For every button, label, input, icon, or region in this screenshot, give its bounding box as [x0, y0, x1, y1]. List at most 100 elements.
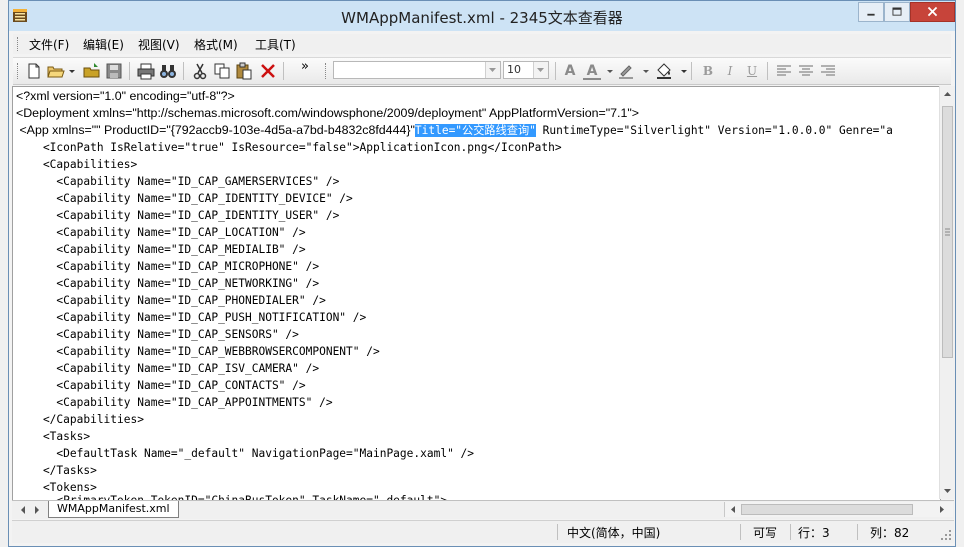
- editor-line: </Tasks>: [16, 464, 97, 477]
- menu-view[interactable]: 视图(V): [138, 36, 180, 53]
- chevron-down-icon[interactable]: [485, 62, 500, 78]
- toolbar-overflow-button[interactable]: »: [301, 59, 319, 77]
- text-editor[interactable]: <?xml version="1.0" encoding="utf-8"?> <…: [12, 86, 941, 501]
- editor-line: <Capability Name="ID_CAP_MICROPHONE" />: [16, 260, 320, 273]
- editor-line: <Capability Name="ID_CAP_NETWORKING" />: [16, 277, 320, 290]
- selected-text: Title="公交路线查询": [414, 124, 536, 137]
- menu-tools[interactable]: 工具(T): [255, 36, 296, 53]
- bold-button[interactable]: B: [699, 62, 717, 80]
- window-title: WMAppManifest.xml - 2345文本查看器: [341, 9, 623, 27]
- font-color-dropdown-icon[interactable]: [601, 62, 613, 80]
- editor-line: <IconPath IsRelative="true" IsResource="…: [16, 141, 562, 154]
- title-bar[interactable]: WMAppManifest.xml - 2345文本查看器: [9, 1, 955, 31]
- open-dropdown-icon[interactable]: [63, 62, 75, 80]
- font-color-button[interactable]: A: [583, 62, 601, 80]
- vertical-scroll-thumb[interactable]: [942, 106, 953, 358]
- editor-line: <DefaultTask Name="_default" NavigationP…: [16, 447, 475, 460]
- font-size-value: 10: [507, 63, 521, 76]
- status-encoding: 中文(简体，中国): [567, 526, 661, 540]
- tab-next-icon[interactable]: [32, 504, 42, 516]
- menu-bar: 文件(F) 编辑(E) 视图(V) 格式(M) 工具(T): [13, 34, 951, 54]
- toolbar-separator: [183, 62, 184, 80]
- status-mode: 可写: [753, 526, 778, 540]
- status-row: 行：3: [798, 526, 830, 540]
- fill-bucket-icon[interactable]: [655, 62, 673, 80]
- underline-button[interactable]: U: [743, 62, 761, 80]
- font-name-select[interactable]: [333, 61, 501, 79]
- editor-line: <Capabilities>: [16, 158, 138, 171]
- editor-line: <?xml version="1.0" encoding="utf-8"?>: [16, 89, 235, 103]
- toolbar-separator: [555, 62, 556, 80]
- editor-line: </Capabilities>: [16, 413, 144, 426]
- font-grow-button[interactable]: A: [561, 62, 579, 80]
- scroll-left-icon[interactable]: [729, 505, 738, 514]
- document-tab-strip: WMAppManifest.xml: [12, 500, 954, 519]
- editor-line: <Capability Name="ID_CAP_IDENTITY_DEVICE…: [16, 192, 353, 205]
- editor-line-part: RuntimeType="Silverlight" Version="1.0.0…: [535, 124, 893, 137]
- minimize-button[interactable]: [858, 2, 884, 22]
- toolbar2-grip[interactable]: [325, 63, 329, 79]
- align-center-icon[interactable]: [797, 62, 815, 80]
- align-left-icon[interactable]: [775, 62, 793, 80]
- close-button[interactable]: [910, 2, 955, 22]
- status-separator: [740, 524, 741, 540]
- cut-icon[interactable]: [191, 62, 209, 80]
- copy-icon[interactable]: [213, 62, 231, 80]
- tab-prev-icon[interactable]: [18, 504, 28, 516]
- open-recent-folder-icon[interactable]: [83, 62, 101, 80]
- chevron-down-icon[interactable]: [533, 62, 548, 78]
- find-binoculars-icon[interactable]: [159, 62, 177, 80]
- editor-line: <Capability Name="ID_CAP_PHONEDIALER" />: [16, 294, 326, 307]
- scroll-down-icon[interactable]: [943, 486, 952, 495]
- status-bar: 中文(简体，中国) 可写 行：3 列：82: [12, 520, 954, 543]
- editor-line: <Deployment xmlns="http://schemas.micros…: [16, 106, 639, 120]
- editor-line: <Tasks>: [16, 430, 91, 443]
- scroll-up-icon[interactable]: [943, 90, 952, 99]
- horizontal-scroll-thumb[interactable]: [741, 504, 913, 515]
- editor-line-partial: <PrimaryToken TokenID="ChinaBusToken" Ta…: [16, 492, 447, 500]
- horizontal-scrollbar[interactable]: [724, 502, 953, 517]
- highlighter-icon[interactable]: [617, 62, 635, 80]
- editor-line: <Capability Name="ID_CAP_LOCATION" />: [16, 226, 306, 239]
- editor-line: <Capability Name="ID_CAP_MEDIALIB" />: [16, 243, 306, 256]
- font-size-select[interactable]: 10: [503, 61, 549, 79]
- toolbar-separator: [129, 62, 130, 80]
- status-separator: [790, 524, 791, 540]
- paste-icon[interactable]: [235, 62, 253, 80]
- delete-icon[interactable]: [259, 62, 277, 80]
- toolbar-separator: [283, 62, 284, 80]
- toolbar-separator: [767, 62, 768, 80]
- editor-line: <Capability Name="ID_CAP_SENSORS" />: [16, 328, 299, 341]
- menu-format[interactable]: 格式(M): [194, 36, 238, 53]
- tab-wmappmanifest[interactable]: WMAppManifest.xml: [48, 501, 179, 518]
- app-window: WMAppManifest.xml - 2345文本查看器 文件(F) 编辑(E…: [8, 0, 956, 547]
- resize-grip-icon[interactable]: [940, 529, 952, 541]
- menu-file[interactable]: 文件(F): [29, 36, 69, 53]
- toolbar-grip[interactable]: [17, 63, 21, 79]
- editor-line: <Capability Name="ID_CAP_CONTACTS" />: [16, 379, 306, 392]
- status-column: 列：82: [870, 526, 910, 540]
- editor-line: <Capability Name="ID_CAP_ISV_CAMERA" />: [16, 362, 320, 375]
- maximize-button[interactable]: [884, 2, 910, 22]
- fill-dropdown-icon[interactable]: [675, 62, 687, 80]
- save-icon[interactable]: [105, 62, 123, 80]
- editor-line: <Capability Name="ID_CAP_WEBBROWSERCOMPO…: [16, 345, 380, 358]
- italic-button[interactable]: I: [721, 62, 739, 80]
- new-file-icon[interactable]: [25, 62, 43, 80]
- toolbar: » 10 A A B I U: [13, 57, 951, 85]
- editor-line: <Capability Name="ID_CAP_IDENTITY_USER" …: [16, 209, 340, 222]
- editor-line: <Capability Name="ID_CAP_APPOINTMENTS" /…: [16, 396, 333, 409]
- align-right-icon[interactable]: [819, 62, 837, 80]
- scroll-right-icon[interactable]: [937, 505, 946, 514]
- menubar-grip[interactable]: [17, 37, 21, 51]
- vertical-scrollbar[interactable]: [939, 86, 955, 499]
- highlight-dropdown-icon[interactable]: [637, 62, 649, 80]
- editor-line: <Capability Name="ID_CAP_PUSH_NOTIFICATI…: [16, 311, 367, 324]
- status-separator: [857, 524, 858, 540]
- editor-line: <Capability Name="ID_CAP_GAMERSERVICES" …: [16, 175, 340, 188]
- menu-edit[interactable]: 编辑(E): [83, 36, 124, 53]
- print-icon[interactable]: [137, 62, 155, 80]
- status-separator: [557, 524, 558, 540]
- toolbar-separator: [691, 62, 692, 80]
- background-window-edge-right: [956, 0, 964, 547]
